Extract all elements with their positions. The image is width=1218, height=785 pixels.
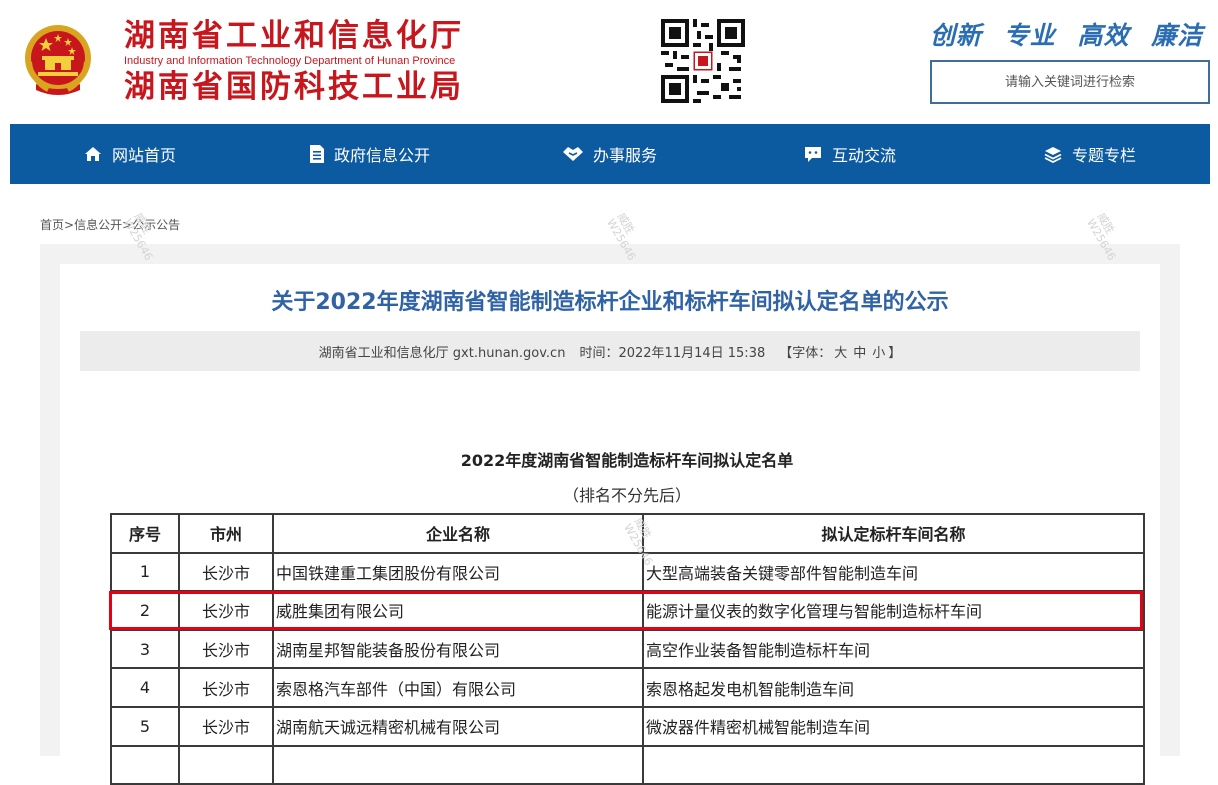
font-size-prefix: 【字体： — [779, 345, 832, 361]
layers-icon — [1044, 146, 1062, 163]
nav-item-gov-info[interactable]: 政府信息公开 — [250, 124, 490, 184]
cell-company: 湖南星邦智能装备股份有限公司 — [272, 628, 644, 670]
slogan-word: 创新 — [930, 21, 983, 50]
nav-item-label: 互动交流 — [831, 146, 896, 165]
cell-workshop: 能源计量仪表的数字化管理与智能制造标杆车间 — [642, 590, 1145, 631]
cell-city: 长沙市 — [178, 590, 274, 631]
cell-workshop: 大型高端装备关键零部件智能制造车间 — [642, 551, 1145, 593]
home-icon — [84, 147, 101, 161]
cell-company: 湖南航天诚远精密机械有限公司 — [272, 705, 644, 747]
national-emblem-icon — [25, 25, 91, 95]
qr-code-icon — [661, 19, 745, 103]
cell-city: 长沙市 — [178, 628, 274, 670]
cell-index: 1 — [110, 551, 180, 593]
cell-workshop: 微波器件精密机械智能制造车间 — [642, 705, 1145, 747]
breadcrumb-separator: > — [64, 218, 75, 232]
font-size-large[interactable]: 大 — [834, 342, 847, 361]
cell-workshop — [642, 744, 1145, 785]
cell-company: 索恩格汽车部件（中国）有限公司 — [272, 667, 644, 708]
nav-item-home[interactable]: 网站首页 — [10, 124, 250, 184]
cell-index — [110, 744, 180, 785]
header-workshop: 拟认定标杆车间名称 — [642, 513, 1145, 554]
nav-item-interaction[interactable]: 互动交流 — [730, 124, 970, 184]
slogan-word: 专业 — [1003, 21, 1056, 50]
font-size-suffix: 】 — [888, 345, 902, 361]
article-time: 2022年11月14日 15:38 — [618, 345, 766, 361]
slogan: 创新 专业 高效 廉洁 — [930, 16, 1215, 52]
table-row: 4 长沙市 索恩格汽车部件（中国）有限公司 索恩格起发电机智能制造车间 — [110, 667, 1145, 708]
breadcrumb-notices[interactable]: 公示公告 — [132, 218, 180, 232]
nav-item-label: 专题专栏 — [1071, 146, 1136, 165]
header-company: 企业名称 — [272, 513, 644, 554]
table-row: 3 长沙市 湖南星邦智能装备股份有限公司 高空作业装备智能制造标杆车间 — [110, 628, 1145, 670]
article-meta: 湖南省工业和信息化厅 gxt.hunan.gov.cn 时间： 2022年11月… — [80, 331, 1140, 371]
table-row: 2 长沙市 威胜集团有限公司 能源计量仪表的数字化管理与智能制造标杆车间 — [110, 590, 1145, 631]
table-row: 5 长沙市 湖南航天诚远精密机械有限公司 微波器件精密机械智能制造车间 — [110, 705, 1145, 747]
header-index: 序号 — [110, 513, 180, 554]
header-city: 市州 — [178, 513, 274, 554]
font-size-medium[interactable]: 中 — [853, 342, 866, 361]
search-input[interactable] — [932, 62, 1208, 102]
cell-city: 长沙市 — [178, 705, 274, 747]
nav-item-services[interactable]: 办事服务 — [490, 124, 730, 184]
table-header-row: 序号 市州 企业名称 拟认定标杆车间名称 — [110, 513, 1145, 554]
org-name-en: Industry and Information Technology Depa… — [124, 55, 456, 67]
table-row: 1 长沙市 中国铁建重工集团股份有限公司 大型高端装备关键零部件智能制造车间 — [110, 551, 1145, 593]
cell-index: 4 — [110, 667, 180, 708]
slogan-word: 高效 — [1077, 21, 1130, 50]
search-box — [930, 60, 1210, 104]
list-title: 2022年度湖南省智能制造标杆车间拟认定名单 — [460, 451, 794, 470]
cell-index: 3 — [110, 628, 180, 670]
cell-workshop: 索恩格起发电机智能制造车间 — [642, 667, 1145, 708]
breadcrumb-separator: > — [122, 218, 133, 232]
cell-workshop: 高空作业装备智能制造标杆车间 — [642, 628, 1145, 670]
nav-item-label: 网站首页 — [111, 146, 176, 165]
article-title: 关于2022年度湖南省智能制造标杆企业和标杆车间拟认定名单的公示 — [271, 290, 949, 315]
cell-city — [178, 744, 274, 785]
chat-icon — [804, 146, 821, 162]
cell-city: 长沙市 — [178, 551, 274, 593]
cell-company: 威胜集团有限公司 — [272, 590, 644, 631]
nav-item-label: 政府信息公开 — [333, 146, 430, 165]
cell-index: 2 — [110, 590, 180, 631]
org-name-cn-2: 湖南省国防科技工业局 — [124, 69, 464, 105]
article-time-label: 时间： — [579, 345, 619, 361]
org-name-cn-1: 湖南省工业和信息化厅 — [124, 18, 464, 54]
slogan-word: 廉洁 — [1151, 21, 1204, 50]
handshake-icon — [562, 147, 583, 161]
font-size-small[interactable]: 小 — [872, 342, 885, 361]
table-row — [110, 744, 1145, 785]
nav-item-label: 办事服务 — [592, 146, 657, 165]
cell-city: 长沙市 — [178, 667, 274, 708]
main-nav: 网站首页 政府信息公开 办事服务 互动交流 专题专栏 — [10, 124, 1210, 184]
nav-item-topics[interactable]: 专题专栏 — [970, 124, 1210, 184]
article-source: 湖南省工业和信息化厅 gxt.hunan.gov.cn — [318, 345, 566, 361]
cell-company: 中国铁建重工集团股份有限公司 — [272, 551, 644, 593]
site-logo[interactable]: 湖南省工业和信息化厅 Industry and Information Tech… — [124, 18, 464, 106]
workshop-table: 序号 市州 企业名称 拟认定标杆车间名称 1 长沙市 中国铁建重工集团股份有限公… — [110, 513, 1145, 785]
site-header: 湖南省工业和信息化厅 Industry and Information Tech… — [0, 0, 1218, 124]
list-subtitle: （排名不分先后） — [562, 486, 691, 505]
breadcrumb: 首页>信息公开>公示公告 — [40, 216, 180, 233]
cell-company — [272, 744, 644, 785]
document-icon — [309, 145, 324, 163]
breadcrumb-info[interactable]: 信息公开 — [74, 218, 122, 232]
cell-index: 5 — [110, 705, 180, 747]
breadcrumb-home[interactable]: 首页 — [40, 218, 64, 232]
